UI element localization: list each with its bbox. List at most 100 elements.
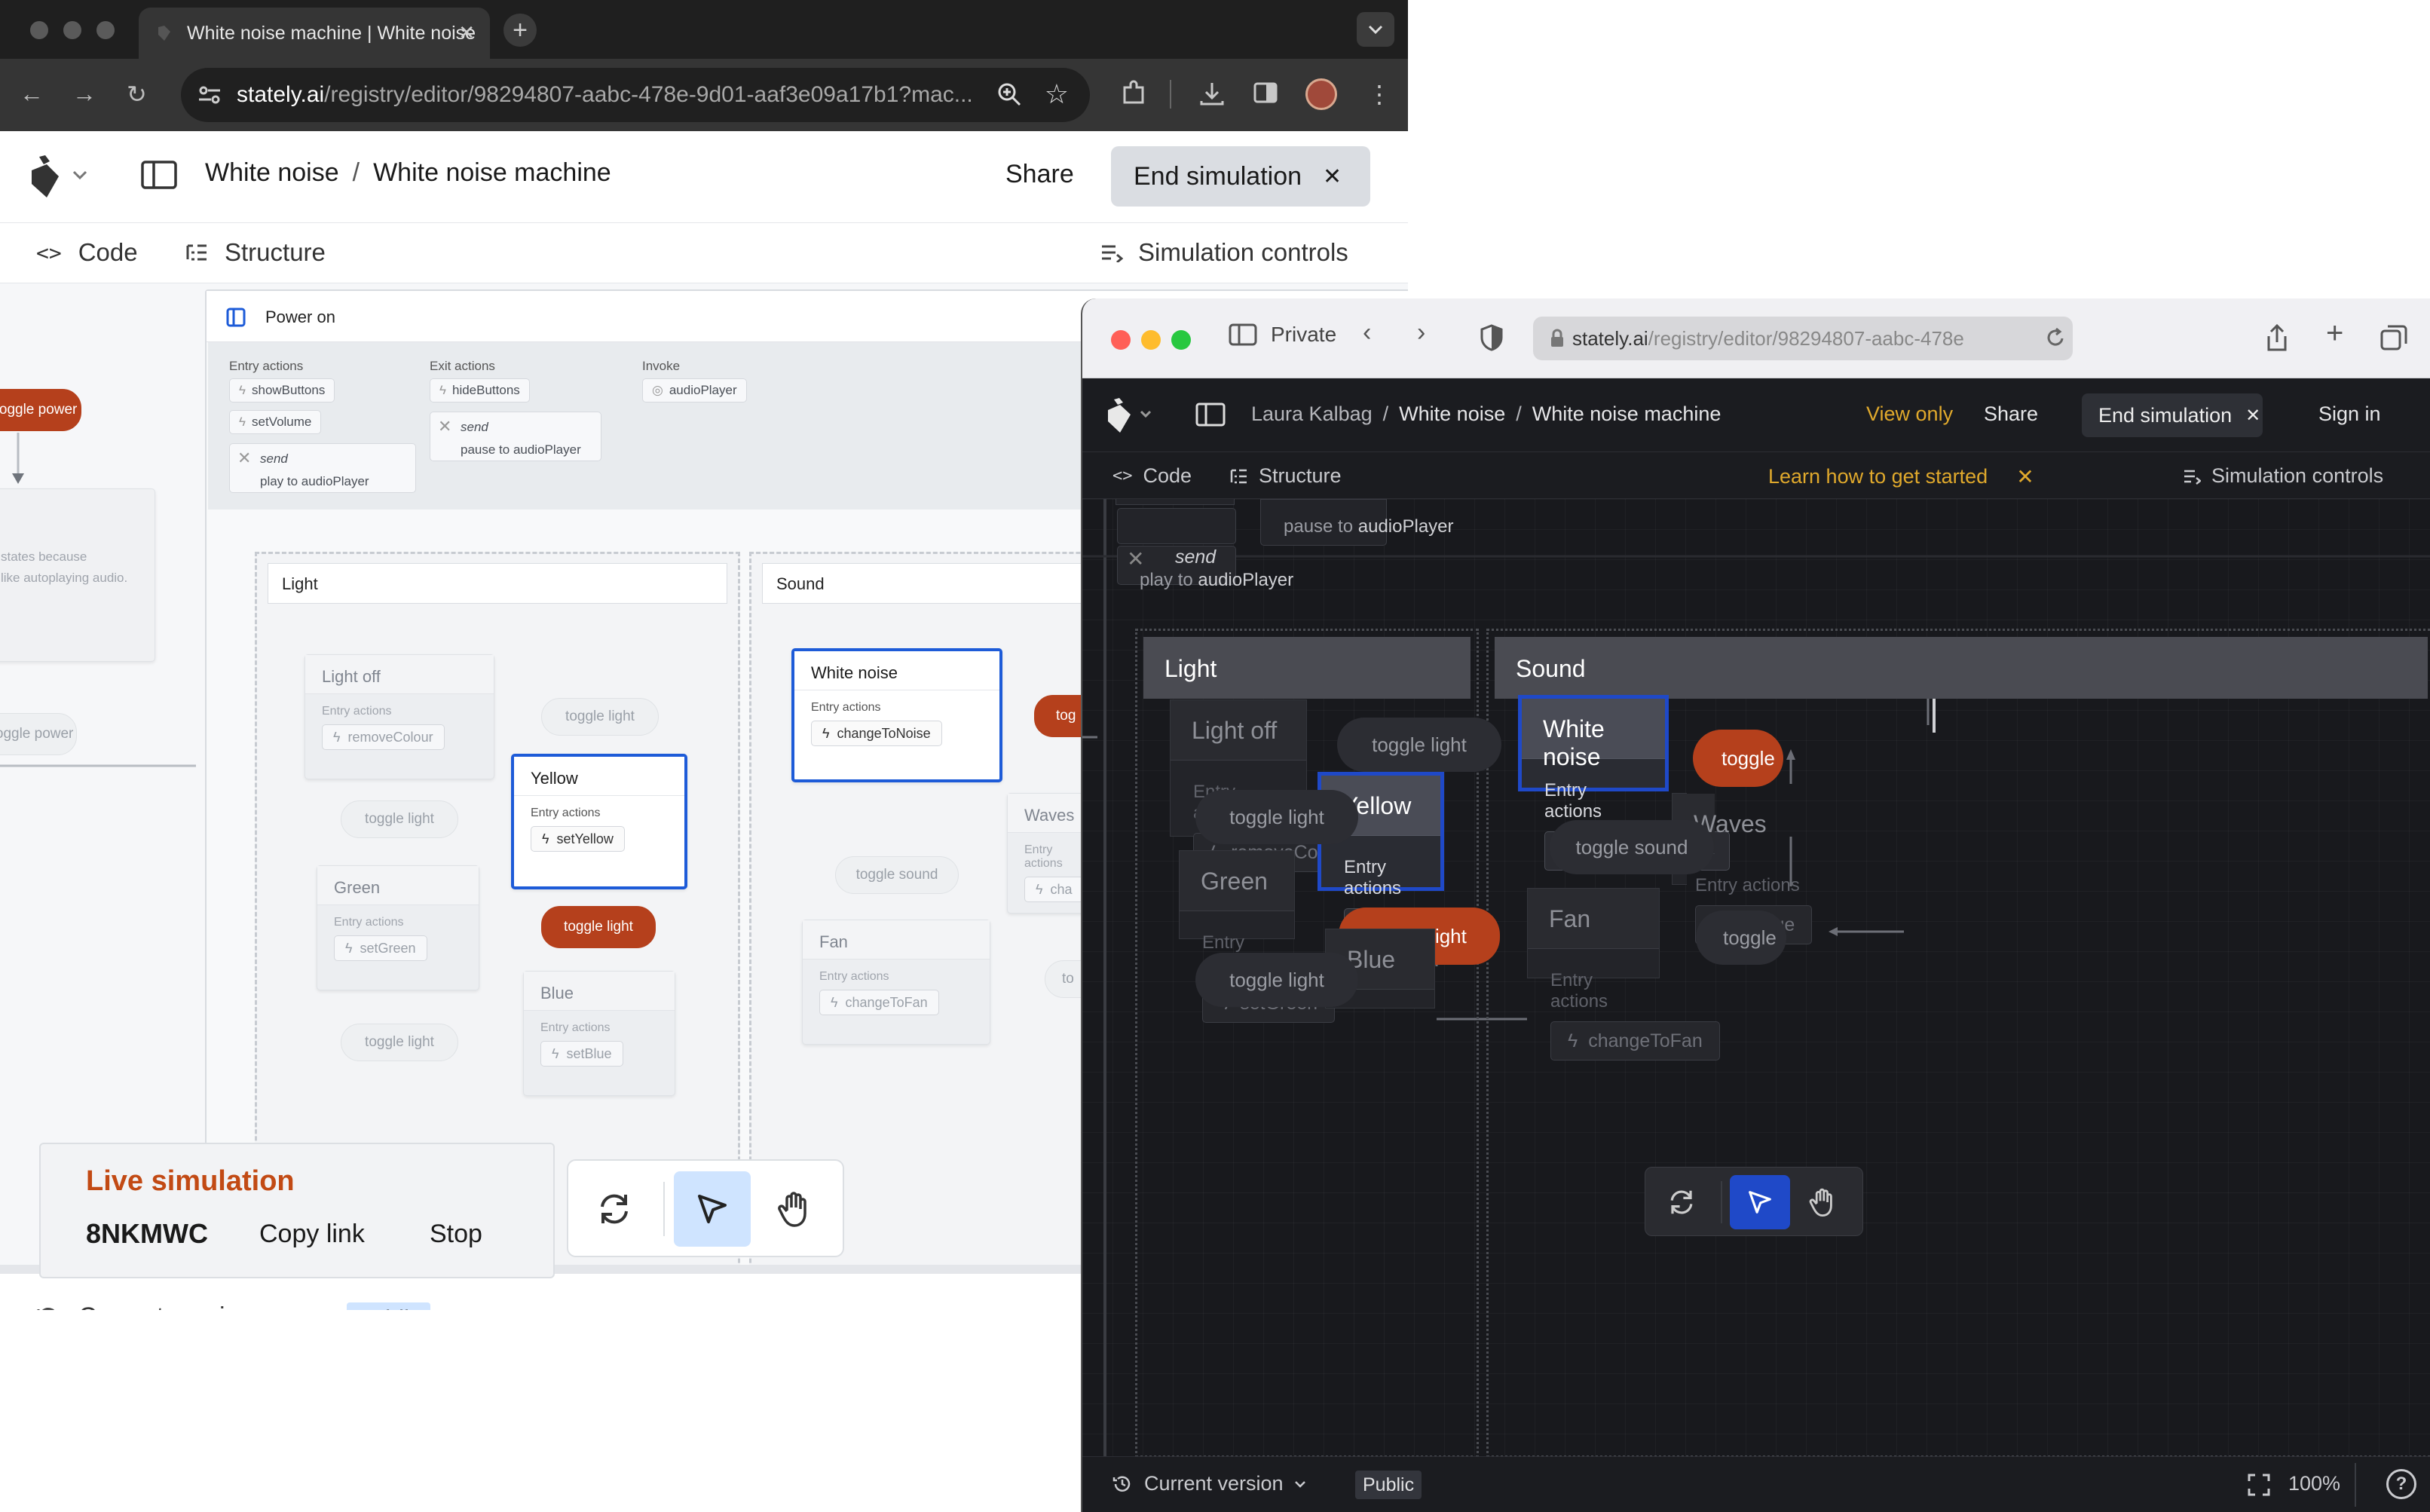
fit-view-icon[interactable] — [2248, 1474, 2270, 1496]
window-zoom-dot[interactable] — [1171, 330, 1191, 350]
forward-icon[interactable]: › — [1417, 318, 1425, 347]
browser-tab[interactable]: White noise machine | White noise ✕ — [139, 8, 490, 59]
state-yellow-active[interactable]: Yellow Entry actions ϟ setYellow — [511, 754, 687, 889]
pan-tool-button[interactable] — [757, 1171, 834, 1247]
state-fan[interactable]: Fan Entry actions ϟ changeToFan — [802, 920, 990, 1045]
version-selector[interactable]: Current version — [1112, 1472, 1306, 1495]
new-tab-button[interactable]: + — [503, 14, 537, 47]
end-simulation-button[interactable]: End simulation ✕ — [1111, 146, 1370, 207]
stately-logo-icon[interactable] — [27, 154, 95, 199]
tab-code[interactable]: <> Code — [1112, 464, 1192, 488]
window-zoom-dot[interactable] — [96, 21, 115, 39]
event-toggle-power[interactable]: toggle power — [0, 713, 77, 755]
breadcrumb-machine[interactable]: White noise machine — [373, 158, 611, 187]
bookmark-star-icon[interactable]: ☆ — [1045, 78, 1069, 110]
site-info-icon[interactable] — [197, 84, 222, 106]
window-minimize-dot[interactable] — [63, 21, 81, 39]
side-panel-icon[interactable] — [1253, 80, 1278, 106]
address-bar[interactable]: stately.ai/registry/editor/98294807-aabc… — [181, 68, 1090, 122]
close-tab-icon[interactable]: ✕ — [458, 21, 475, 44]
action-chip[interactable]: ϟ changeToNoise — [811, 721, 942, 746]
state-green[interactable]: GreenEntry actionsϟsetGreen — [1179, 850, 1336, 1023]
event-toggle-light[interactable]: toggle light — [541, 698, 659, 736]
event-toggle-light[interactable]: toggle light — [341, 1024, 458, 1061]
breadcrumb-project[interactable]: White noise — [205, 158, 339, 187]
breadcrumb-project[interactable]: White noise — [1399, 402, 1505, 425]
tab-structure[interactable]: Structure — [1230, 464, 1342, 488]
state-fan[interactable]: Fan Entry actions ϟ changeToFan — [1527, 888, 1720, 1061]
breadcrumb-machine[interactable]: White noise machine — [1532, 402, 1722, 425]
event-toggle-light[interactable]: toggle light — [1195, 790, 1358, 844]
state-white-noise-active[interactable]: White noiseEntry actionsϟchangeToNoise — [791, 648, 1002, 782]
select-tool-button[interactable] — [1730, 1175, 1790, 1229]
share-button[interactable]: Share — [1984, 402, 2038, 426]
sidebar-toggle-icon[interactable] — [140, 160, 178, 190]
state-light-off[interactable]: Light off Entry actions ϟ removeColour — [305, 654, 494, 779]
simulation-controls-button[interactable]: Simulation controls — [2183, 464, 2383, 488]
send-action-chip[interactable]: pause to audioPlayer — [1260, 499, 1454, 546]
event-toggle-power-active[interactable]: toggle power — [0, 389, 81, 431]
address-bar[interactable]: stately.ai/registry/editor/98294807-aabc… — [1533, 317, 2073, 360]
new-tab-icon[interactable]: + — [2326, 317, 2343, 350]
action-chip[interactable]: ϟ setGreen — [334, 935, 427, 961]
machine-canvas[interactable]: ✕ send play to audioPlayer pause to audi… — [1082, 499, 2430, 1456]
event-toggle-sound[interactable]: toggle — [1696, 911, 1786, 965]
send-action-chip[interactable]: ✕ send play to audioPlayer — [229, 443, 416, 493]
share-button[interactable]: Share — [1005, 160, 1074, 189]
event-toggle-light[interactable]: toggle light — [1195, 953, 1358, 1007]
breadcrumb-owner[interactable]: Laura Kalbag — [1251, 402, 1373, 425]
send-action-chip[interactable]: ✕ send pause to audioPlayer — [430, 412, 601, 461]
reset-button[interactable] — [576, 1171, 653, 1247]
window-close-dot[interactable] — [30, 21, 48, 39]
stately-logo-icon[interactable] — [1105, 396, 1158, 434]
version-selector[interactable]: Current version — [36, 1302, 280, 1310]
window-close-dot[interactable] — [1111, 330, 1131, 350]
action-chip[interactable]: ϟ changeToFan — [819, 990, 939, 1015]
event-toggle-light[interactable]: toggle light — [341, 800, 458, 838]
end-simulation-button[interactable]: End simulation ✕ — [2082, 393, 2263, 437]
tab-code[interactable]: <> Code — [36, 238, 138, 267]
learn-banner-link[interactable]: Learn how to get started ✕ — [1768, 464, 2034, 489]
event-toggle-sound-active[interactable]: toggle — [1693, 730, 1783, 787]
tab-structure[interactable]: Structure — [185, 238, 326, 267]
download-icon[interactable] — [1198, 80, 1226, 107]
window-minimize-dot[interactable] — [1141, 330, 1161, 350]
reload-icon[interactable] — [2041, 327, 2065, 348]
reset-button[interactable] — [1651, 1175, 1712, 1229]
simulation-controls-button[interactable]: Simulation controls — [1100, 238, 1348, 267]
back-icon[interactable]: ‹ — [1363, 318, 1371, 347]
state-white-noise-active[interactable]: White noiseEntry actionsϟchangeToNoise — [1518, 695, 1730, 871]
reload-icon[interactable]: ↻ — [127, 80, 147, 109]
event-toggle-sound[interactable]: toggle sound — [1550, 820, 1714, 874]
tab-search-button[interactable] — [1357, 12, 1394, 47]
help-icon[interactable]: ? — [2386, 1469, 2416, 1499]
privacy-shield-icon[interactable] — [1480, 324, 1503, 351]
event-toggle-light[interactable]: toggle light — [1337, 718, 1501, 772]
copy-link-button[interactable]: Copy link — [259, 1220, 365, 1249]
dismiss-icon[interactable]: ✕ — [2016, 464, 2034, 489]
invoke-chip[interactable]: ◎ audioPlayer — [642, 378, 747, 402]
action-chip[interactable]: ϟ setYellow — [531, 826, 625, 852]
extensions-icon[interactable] — [1120, 80, 1147, 107]
back-icon[interactable]: ← — [20, 80, 44, 108]
share-icon[interactable] — [2266, 324, 2288, 353]
zoom-level[interactable]: 100% — [2288, 1472, 2340, 1495]
action-chip[interactable]: ϟ setBlue — [540, 1041, 623, 1067]
sign-in-button[interactable]: Sign in — [2318, 402, 2381, 426]
private-indicator[interactable]: Private — [1229, 323, 1336, 347]
action-chip[interactable]: ϟ setVolume — [229, 410, 322, 434]
tab-overview-icon[interactable] — [2380, 324, 2407, 351]
event-toggle-light-active[interactable]: toggle light — [541, 906, 656, 948]
menu-kebab-icon[interactable]: ⋮ — [1367, 80, 1391, 109]
profile-avatar[interactable] — [1305, 78, 1337, 110]
forward-icon[interactable]: → — [72, 80, 96, 108]
action-chip[interactable]: ϟ hideButtons — [430, 378, 530, 402]
select-tool-button[interactable] — [674, 1171, 751, 1247]
action-chip[interactable]: ϟ removeColour — [322, 724, 445, 750]
action-chip[interactable]: ϟ changeToFan — [1550, 1021, 1720, 1061]
sidebar-toggle-icon[interactable] — [1195, 402, 1226, 427]
pan-tool-button[interactable] — [1793, 1175, 1853, 1229]
stop-button[interactable]: Stop — [430, 1220, 482, 1249]
state-power-off-partial[interactable]: states because like autoplaying audio. — [0, 488, 155, 662]
state-blue[interactable]: Blue Entry actions ϟ setBlue — [523, 971, 675, 1096]
